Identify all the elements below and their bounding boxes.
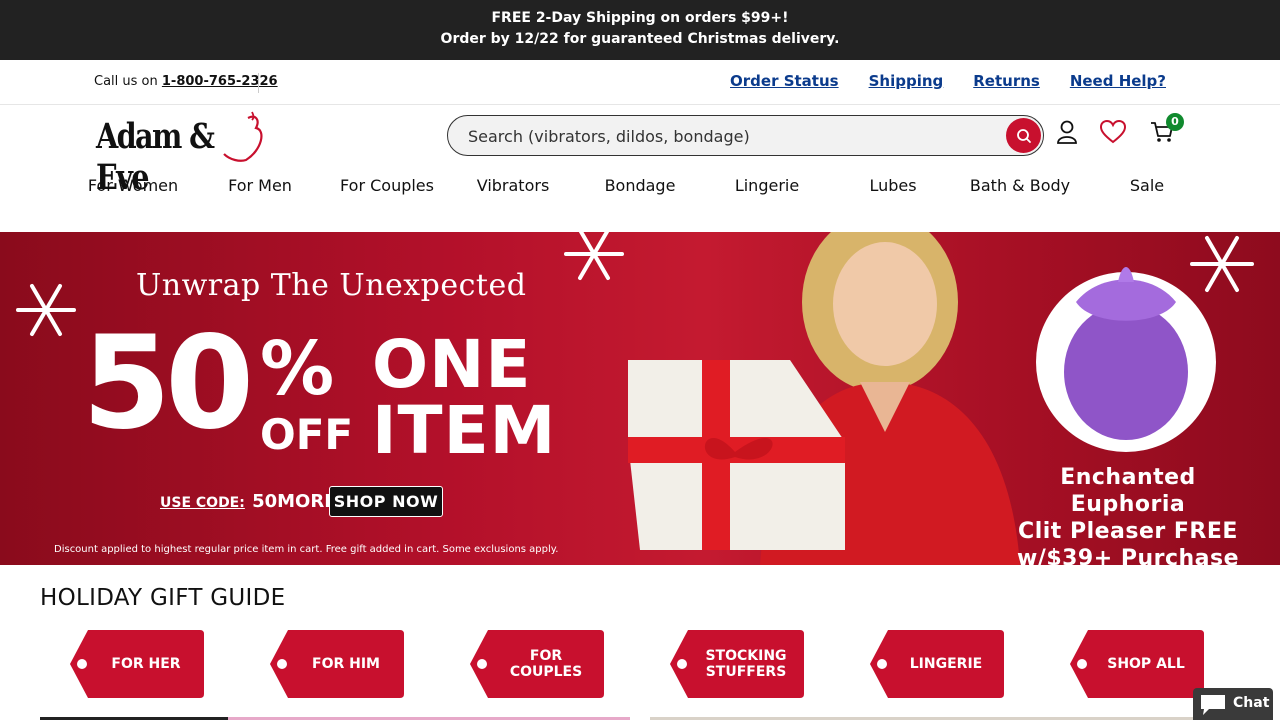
free-gift-text: Enchanted Euphoria Clit Pleaser FREE w/$… bbox=[1000, 464, 1256, 565]
nav-for-women[interactable]: For Women bbox=[88, 176, 178, 195]
promo-banner: FREE 2-Day Shipping on orders $99+! Orde… bbox=[0, 0, 1280, 60]
shipping-link[interactable]: Shipping bbox=[869, 72, 944, 90]
call-us: Call us on 1-800-765-2326 bbox=[94, 74, 278, 89]
nav-vibrators[interactable]: Vibrators bbox=[477, 176, 550, 195]
gift-tag-for-him[interactable]: FOR HIM bbox=[270, 630, 404, 698]
gift-tag-stocking-stuffers[interactable]: STOCKING STUFFERS bbox=[670, 630, 804, 698]
apple-icon bbox=[223, 111, 263, 162]
wishlist-heart-icon[interactable] bbox=[1100, 120, 1126, 144]
phone-link[interactable]: 1-800-765-2326 bbox=[162, 74, 278, 89]
discount-item: ITEM bbox=[372, 392, 557, 469]
nav-lingerie[interactable]: Lingerie bbox=[735, 176, 799, 195]
search-button[interactable] bbox=[1006, 118, 1041, 153]
nav-for-men[interactable]: For Men bbox=[228, 176, 292, 195]
free-gift-line-2: Clit Pleaser FREE bbox=[1018, 519, 1238, 544]
gift-tag-for-couples[interactable]: FOR COUPLES bbox=[470, 630, 604, 698]
promo-code-value: 50MORE bbox=[252, 491, 337, 512]
discount-percent-sign: % bbox=[260, 326, 335, 412]
utility-links: Order Status Shipping Returns Need Help? bbox=[730, 72, 1166, 90]
hero-banner[interactable]: Unwrap The Unexpected 50 % OFF ONE ITEM … bbox=[0, 232, 1280, 565]
free-gift-line-3: w/$39+ Purchase bbox=[1016, 546, 1240, 565]
call-us-label: Call us on bbox=[94, 74, 158, 89]
discount-one: ONE bbox=[372, 326, 532, 403]
search-bar bbox=[447, 115, 1044, 156]
tag-label: FOR HIM bbox=[312, 656, 380, 672]
hero-headline: Unwrap The Unexpected bbox=[136, 268, 527, 303]
tag-label: STOCKING STUFFERS bbox=[705, 648, 787, 680]
tag-label: FOR HER bbox=[111, 656, 181, 672]
gift-tag-for-her[interactable]: FOR HER bbox=[70, 630, 204, 698]
nav-bondage[interactable]: Bondage bbox=[605, 176, 676, 195]
promo-line-shipping: FREE 2-Day Shipping on orders $99+! bbox=[491, 10, 789, 26]
need-help-link[interactable]: Need Help? bbox=[1070, 72, 1166, 90]
search-icon bbox=[1016, 128, 1031, 143]
site-logo[interactable]: Adam & Eve bbox=[96, 110, 266, 198]
nav-for-couples[interactable]: For Couples bbox=[340, 176, 434, 195]
discount-off: OFF bbox=[260, 410, 354, 459]
nav-bath-body[interactable]: Bath & Body bbox=[970, 176, 1070, 195]
discount-number: 50 bbox=[82, 309, 254, 458]
gift-tag-lingerie[interactable]: LINGERIE bbox=[870, 630, 1004, 698]
free-gift-line-1: Enchanted Euphoria bbox=[1060, 465, 1196, 517]
hero-disclaimer: Discount applied to highest regular pric… bbox=[54, 544, 559, 555]
chat-button[interactable]: Chat bbox=[1193, 688, 1273, 720]
cart-count-badge: 0 bbox=[1166, 113, 1184, 131]
chat-label: Chat bbox=[1233, 695, 1270, 711]
promo-code-label: USE CODE: bbox=[160, 495, 245, 511]
nav-sale[interactable]: Sale bbox=[1130, 176, 1164, 195]
returns-link[interactable]: Returns bbox=[973, 72, 1040, 90]
order-status-link[interactable]: Order Status bbox=[730, 72, 839, 90]
account-icon[interactable] bbox=[1056, 120, 1078, 144]
gift-guide-title: HOLIDAY GIFT GUIDE bbox=[40, 585, 286, 611]
shop-now-button[interactable]: SHOP NOW bbox=[329, 486, 443, 517]
chat-bubble-icon bbox=[1201, 695, 1225, 715]
nav-lubes[interactable]: Lubes bbox=[869, 176, 916, 195]
gift-box-image bbox=[628, 360, 845, 550]
utility-bar: Call us on 1-800-765-2326 Order Status S… bbox=[0, 60, 1280, 105]
tag-label: LINGERIE bbox=[909, 656, 983, 672]
tag-label: SHOP ALL bbox=[1107, 656, 1185, 672]
main-navigation: For Women For Men For Couples Vibrators … bbox=[60, 176, 1220, 200]
promo-code: USE CODE: 50MORE bbox=[160, 491, 337, 512]
divider bbox=[258, 73, 259, 93]
gift-tag-shop-all[interactable]: SHOP ALL bbox=[1070, 630, 1204, 698]
search-input[interactable] bbox=[468, 125, 998, 147]
tag-label: FOR COUPLES bbox=[509, 648, 583, 680]
promo-line-christmas: Order by 12/22 for guaranteed Christmas … bbox=[440, 31, 840, 47]
